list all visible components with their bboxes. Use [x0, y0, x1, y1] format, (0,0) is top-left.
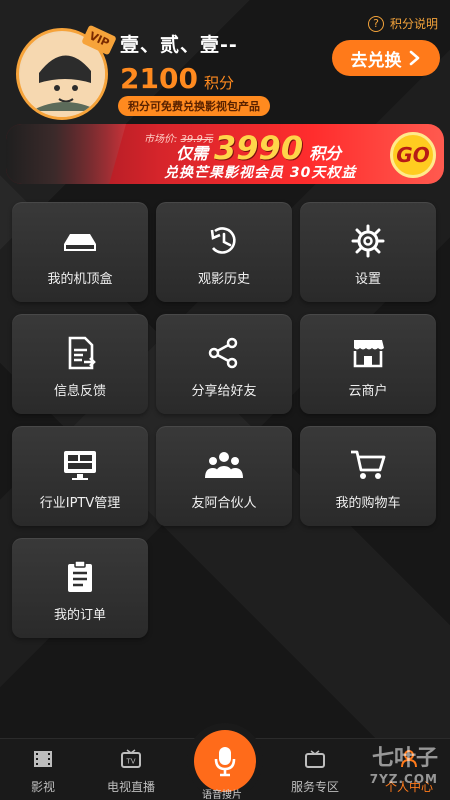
- tab-label: 影视: [30, 780, 55, 794]
- card-label: 云商户: [348, 384, 388, 399]
- card-label: 观影历史: [197, 272, 250, 287]
- exchange-button-label: 去兑换: [350, 50, 402, 71]
- go-button[interactable]: GO: [390, 132, 436, 178]
- services-tv-icon: [305, 750, 325, 768]
- card-label: 设置: [354, 272, 381, 287]
- voice-search-label: 语音搜片: [202, 790, 242, 800]
- banner-figures-image: [6, 124, 126, 184]
- share-icon: [208, 337, 238, 369]
- points-rules-label: 积分说明: [389, 17, 438, 31]
- banner-points-unit: 积分: [309, 144, 342, 163]
- help-icon: ?: [367, 15, 384, 32]
- points-tip: 积分可免费兑换影视包产品: [118, 96, 270, 116]
- tab-movies[interactable]: 影视: [8, 749, 78, 795]
- card-settings[interactable]: 设置: [300, 202, 436, 302]
- tab-label: 服务专区: [290, 780, 339, 794]
- store-icon: [353, 340, 384, 368]
- svg-text:TV: TV: [125, 758, 135, 766]
- points-value: 2100: [120, 62, 198, 95]
- voice-search-inner: [194, 730, 256, 792]
- card-label: 我的购物车: [335, 496, 401, 511]
- history-icon: [210, 227, 236, 254]
- cart-icon: [351, 450, 386, 479]
- card-label: 行业IPTV管理: [39, 496, 121, 511]
- banner-only: 仅需: [176, 144, 209, 163]
- feedback-icon: [68, 336, 96, 370]
- points-display: 2100 积分: [120, 62, 234, 95]
- watermark-sub: 7YZ.COM: [369, 772, 438, 786]
- card-settop-box[interactable]: 我的机顶盒: [12, 202, 148, 302]
- card-label: 友阿合伙人: [191, 496, 257, 511]
- watermark: 七叶子 7YZ.COM: [370, 740, 438, 786]
- card-history[interactable]: 观影历史: [156, 202, 292, 302]
- clipboard-icon: [68, 560, 92, 592]
- tab-services[interactable]: 服务专区: [280, 749, 350, 795]
- card-iptv-management[interactable]: 行业IPTV管理: [12, 426, 148, 526]
- user-name: 壹、贰、壹--: [120, 34, 238, 56]
- watermark-main: 七叶子: [371, 746, 438, 771]
- points-rules-link[interactable]: ? 积分说明: [367, 15, 438, 32]
- exchange-button[interactable]: 去兑换: [332, 40, 440, 76]
- card-cart[interactable]: 我的购物车: [300, 426, 436, 526]
- banner-subtitle: 兑换芒果影视会员 30天权益: [164, 165, 357, 181]
- card-orders[interactable]: 我的订单: [12, 538, 148, 638]
- card-label: 信息反馈: [53, 384, 106, 399]
- feature-grid: 我的机顶盒 观影历史 设置 信息反馈 分享给好友 云商户 行业IPTV管理 友阿…: [12, 202, 438, 638]
- tab-label: 电视直播: [106, 780, 155, 794]
- card-label: 我的订单: [53, 608, 106, 623]
- points-unit: 积分: [203, 74, 234, 92]
- monitor-icon: [64, 451, 96, 480]
- banner-market-label: 市场价:: [144, 134, 178, 145]
- film-icon: [34, 751, 52, 767]
- card-share[interactable]: 分享给好友: [156, 314, 292, 414]
- settop-box-icon: [64, 234, 96, 251]
- card-cloud-store[interactable]: 云商户: [300, 314, 436, 414]
- profile-header: VIP 壹、贰、壹-- 2100 积分 积分可免费兑换影视包产品 ? 积分说明 …: [0, 0, 450, 120]
- chevron-right-icon: [409, 50, 419, 66]
- microphone-icon: [214, 747, 236, 777]
- tv-icon: TV: [121, 749, 141, 768]
- promo-banner[interactable]: 市场价: 39.9元 仅需 3990 积分 兑换芒果影视会员 30天权益 GO: [6, 124, 444, 184]
- partner-icon: [205, 452, 243, 478]
- card-partner[interactable]: 友阿合伙人: [156, 426, 292, 526]
- card-feedback[interactable]: 信息反馈: [12, 314, 148, 414]
- card-label: 我的机顶盒: [47, 272, 113, 287]
- tab-live-tv[interactable]: TV 电视直播: [96, 749, 166, 795]
- gear-icon: [351, 224, 385, 258]
- card-label: 分享给好友: [191, 384, 257, 399]
